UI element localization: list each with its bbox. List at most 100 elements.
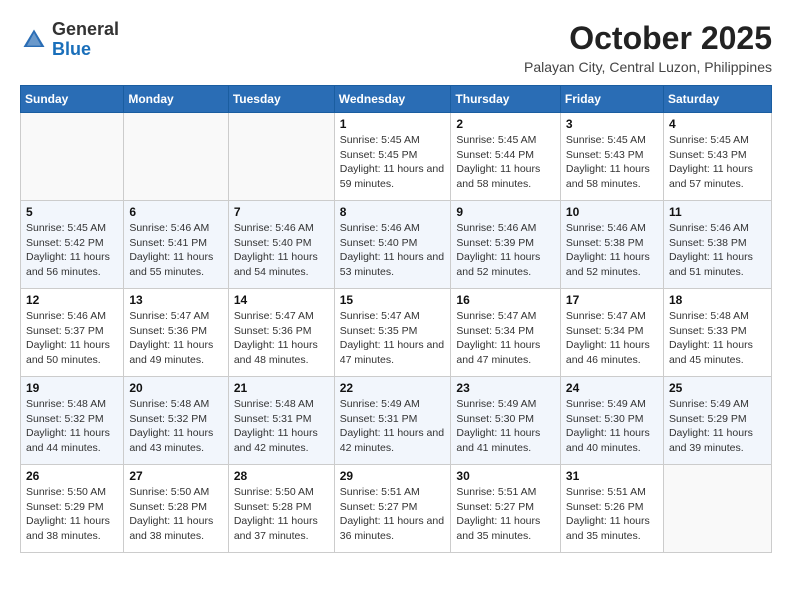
- day-info: Sunrise: 5:47 AMSunset: 5:36 PMDaylight:…: [234, 309, 329, 368]
- day-info: Sunrise: 5:51 AMSunset: 5:26 PMDaylight:…: [566, 485, 658, 544]
- day-info: Sunrise: 5:46 AMSunset: 5:38 PMDaylight:…: [566, 221, 658, 280]
- day-number: 11: [669, 205, 766, 219]
- day-number: 13: [129, 293, 223, 307]
- calendar-cell: [228, 113, 334, 201]
- day-number: 7: [234, 205, 329, 219]
- day-info: Sunrise: 5:46 AMSunset: 5:39 PMDaylight:…: [456, 221, 554, 280]
- day-info: Sunrise: 5:47 AMSunset: 5:35 PMDaylight:…: [340, 309, 446, 368]
- day-number: 19: [26, 381, 118, 395]
- calendar-cell: 14Sunrise: 5:47 AMSunset: 5:36 PMDayligh…: [228, 289, 334, 377]
- day-info: Sunrise: 5:45 AMSunset: 5:44 PMDaylight:…: [456, 133, 554, 192]
- day-info: Sunrise: 5:49 AMSunset: 5:30 PMDaylight:…: [566, 397, 658, 456]
- day-number: 24: [566, 381, 658, 395]
- calendar-cell: 1Sunrise: 5:45 AMSunset: 5:45 PMDaylight…: [334, 113, 451, 201]
- day-number: 26: [26, 469, 118, 483]
- calendar-week-row: 19 Sunrise: 5:48 AMSunset: 5:32 PMDayligh…: [21, 377, 772, 465]
- month-title: October 2025: [524, 20, 772, 57]
- day-info: Sunrise: 5:51 AMSunset: 5:27 PMDaylight:…: [456, 485, 554, 544]
- calendar-cell: 11 Sunrise: 5:46 AMSunset: 5:38 PMDayligh…: [663, 201, 771, 289]
- calendar-cell: 20 Sunrise: 5:48 AMSunset: 5:32 PMDayligh…: [124, 377, 229, 465]
- day-number: 23: [456, 381, 554, 395]
- day-number: 10: [566, 205, 658, 219]
- calendar-cell: 8 Sunrise: 5:46 AMSunset: 5:40 PMDaylight…: [334, 201, 451, 289]
- day-info: Sunrise: 5:45 AMSunset: 5:43 PMDaylight:…: [669, 133, 766, 192]
- day-number: 18: [669, 293, 766, 307]
- day-info: Sunrise: 5:47 AMSunset: 5:36 PMDaylight:…: [129, 309, 223, 368]
- day-number: 4: [669, 117, 766, 131]
- calendar-cell: 9 Sunrise: 5:46 AMSunset: 5:39 PMDaylight…: [451, 201, 560, 289]
- day-number: 15: [340, 293, 446, 307]
- day-number: 6: [129, 205, 223, 219]
- calendar-cell: 28 Sunrise: 5:50 AMSunset: 5:28 PMDayligh…: [228, 465, 334, 553]
- day-info: Sunrise: 5:45 AMSunset: 5:43 PMDaylight:…: [566, 133, 658, 192]
- calendar-cell: [21, 113, 124, 201]
- calendar-cell: 13 Sunrise: 5:47 AMSunset: 5:36 PMDayligh…: [124, 289, 229, 377]
- calendar-cell: 21 Sunrise: 5:48 AMSunset: 5:31 PMDayligh…: [228, 377, 334, 465]
- day-number: 25: [669, 381, 766, 395]
- calendar-cell: 6 Sunrise: 5:46 AMSunset: 5:41 PMDaylight…: [124, 201, 229, 289]
- day-number: 16: [456, 293, 554, 307]
- calendar-table: SundayMondayTuesdayWednesdayThursdayFrid…: [20, 85, 772, 553]
- day-info: Sunrise: 5:46 AMSunset: 5:40 PMDaylight:…: [340, 221, 446, 280]
- day-number: 8: [340, 205, 446, 219]
- day-number: 12: [26, 293, 118, 307]
- day-info: Sunrise: 5:50 AMSunset: 5:28 PMDaylight:…: [234, 485, 329, 544]
- calendar-cell: 24 Sunrise: 5:49 AMSunset: 5:30 PMDayligh…: [560, 377, 663, 465]
- calendar-cell: 19 Sunrise: 5:48 AMSunset: 5:32 PMDayligh…: [21, 377, 124, 465]
- weekday-header: Tuesday: [228, 86, 334, 113]
- day-info: Sunrise: 5:49 AMSunset: 5:29 PMDaylight:…: [669, 397, 766, 456]
- calendar-cell: 16 Sunrise: 5:47 AMSunset: 5:34 PMDayligh…: [451, 289, 560, 377]
- day-info: Sunrise: 5:51 AMSunset: 5:27 PMDaylight:…: [340, 485, 446, 544]
- weekday-header: Friday: [560, 86, 663, 113]
- calendar-cell: 30Sunrise: 5:51 AMSunset: 5:27 PMDayligh…: [451, 465, 560, 553]
- day-number: 27: [129, 469, 223, 483]
- calendar-cell: 4 Sunrise: 5:45 AMSunset: 5:43 PMDaylight…: [663, 113, 771, 201]
- weekday-header-row: SundayMondayTuesdayWednesdayThursdayFrid…: [21, 86, 772, 113]
- day-number: 5: [26, 205, 118, 219]
- calendar-cell: 27Sunrise: 5:50 AMSunset: 5:28 PMDayligh…: [124, 465, 229, 553]
- logo-text: General Blue: [52, 20, 119, 60]
- day-info: Sunrise: 5:49 AMSunset: 5:31 PMDaylight:…: [340, 397, 446, 456]
- calendar-cell: [663, 465, 771, 553]
- calendar-cell: [124, 113, 229, 201]
- logo-blue: Blue: [52, 39, 91, 59]
- day-info: Sunrise: 5:46 AMSunset: 5:40 PMDaylight:…: [234, 221, 329, 280]
- day-info: Sunrise: 5:48 AMSunset: 5:32 PMDaylight:…: [26, 397, 118, 456]
- calendar-cell: 7 Sunrise: 5:46 AMSunset: 5:40 PMDaylight…: [228, 201, 334, 289]
- calendar-cell: 22 Sunrise: 5:49 AMSunset: 5:31 PMDayligh…: [334, 377, 451, 465]
- calendar-cell: 29Sunrise: 5:51 AMSunset: 5:27 PMDayligh…: [334, 465, 451, 553]
- day-info: Sunrise: 5:47 AMSunset: 5:34 PMDaylight:…: [566, 309, 658, 368]
- day-number: 3: [566, 117, 658, 131]
- weekday-header: Wednesday: [334, 86, 451, 113]
- calendar-cell: 5 Sunrise: 5:45 AMSunset: 5:42 PMDaylight…: [21, 201, 124, 289]
- day-info: Sunrise: 5:45 AMSunset: 5:42 PMDaylight:…: [26, 221, 118, 280]
- day-number: 17: [566, 293, 658, 307]
- logo: General Blue: [20, 20, 119, 60]
- day-info: Sunrise: 5:49 AMSunset: 5:30 PMDaylight:…: [456, 397, 554, 456]
- day-number: 21: [234, 381, 329, 395]
- day-number: 20: [129, 381, 223, 395]
- day-info: Sunrise: 5:48 AMSunset: 5:32 PMDaylight:…: [129, 397, 223, 456]
- title-area: October 2025 Palayan City, Central Luzon…: [524, 20, 772, 75]
- weekday-header: Monday: [124, 86, 229, 113]
- day-number: 22: [340, 381, 446, 395]
- calendar-cell: 25 Sunrise: 5:49 AMSunset: 5:29 PMDayligh…: [663, 377, 771, 465]
- day-info: Sunrise: 5:48 AMSunset: 5:31 PMDaylight:…: [234, 397, 329, 456]
- calendar-cell: 3 Sunrise: 5:45 AMSunset: 5:43 PMDaylight…: [560, 113, 663, 201]
- calendar-cell: 23 Sunrise: 5:49 AMSunset: 5:30 PMDayligh…: [451, 377, 560, 465]
- day-number: 9: [456, 205, 554, 219]
- calendar-week-row: 12Sunrise: 5:46 AMSunset: 5:37 PMDayligh…: [21, 289, 772, 377]
- day-number: 31: [566, 469, 658, 483]
- day-info: Sunrise: 5:50 AMSunset: 5:29 PMDaylight:…: [26, 485, 118, 544]
- day-number: 28: [234, 469, 329, 483]
- logo-general: General: [52, 19, 119, 39]
- day-info: Sunrise: 5:47 AMSunset: 5:34 PMDaylight:…: [456, 309, 554, 368]
- calendar-week-row: 5 Sunrise: 5:45 AMSunset: 5:42 PMDaylight…: [21, 201, 772, 289]
- calendar-cell: 10 Sunrise: 5:46 AMSunset: 5:38 PMDayligh…: [560, 201, 663, 289]
- calendar-week-row: 1Sunrise: 5:45 AMSunset: 5:45 PMDaylight…: [21, 113, 772, 201]
- day-info: Sunrise: 5:46 AMSunset: 5:38 PMDaylight:…: [669, 221, 766, 280]
- calendar-cell: 18Sunrise: 5:48 AMSunset: 5:33 PMDayligh…: [663, 289, 771, 377]
- day-info: Sunrise: 5:46 AMSunset: 5:41 PMDaylight:…: [129, 221, 223, 280]
- calendar-cell: 15 Sunrise: 5:47 AMSunset: 5:35 PMDayligh…: [334, 289, 451, 377]
- day-number: 1: [340, 117, 446, 131]
